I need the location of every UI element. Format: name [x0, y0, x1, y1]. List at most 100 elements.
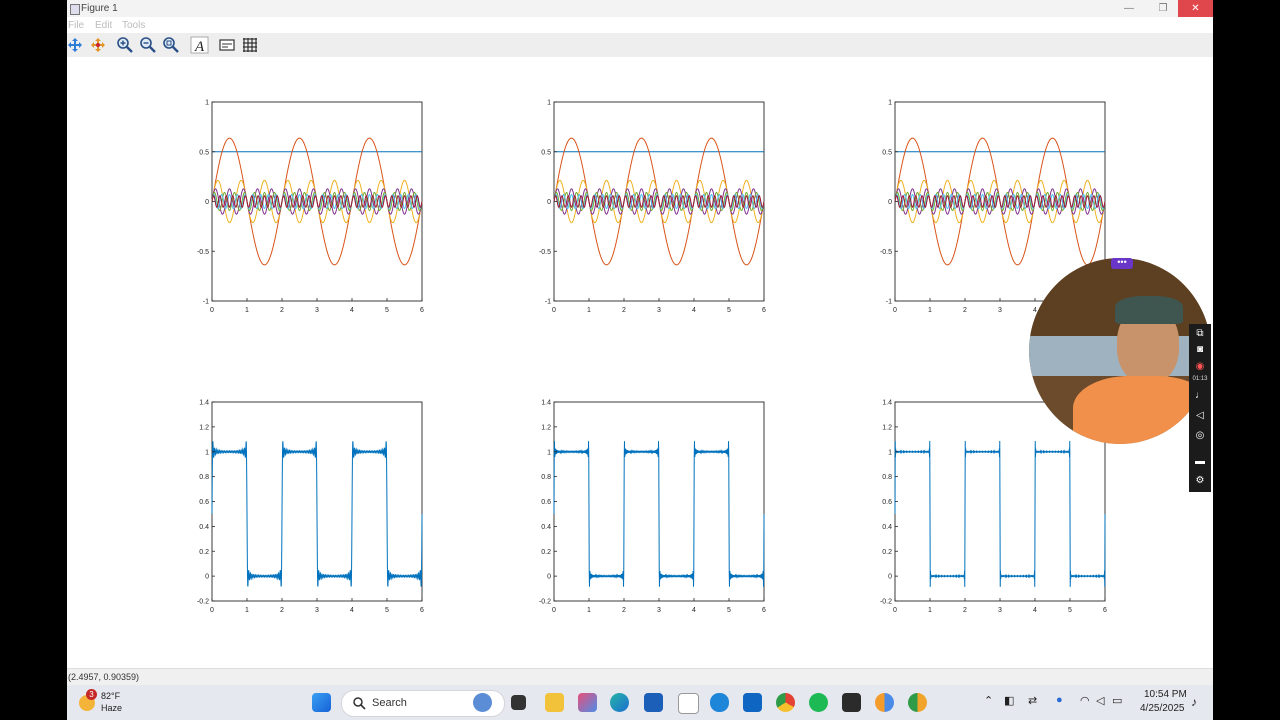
microphone-toggle-icon[interactable]: ♩ — [1193, 390, 1207, 402]
menu-edit[interactable]: Edit — [95, 20, 112, 31]
x-tick-label: 1 — [928, 607, 932, 614]
y-tick-label: 0.6 — [199, 499, 209, 506]
microphone-icon[interactable]: ● — [1056, 694, 1063, 706]
wifi-icon[interactable]: ◠ — [1080, 694, 1090, 707]
x-tick-label: 1 — [928, 307, 932, 314]
webcam-more-button[interactable]: ••• — [1111, 258, 1133, 269]
settings-gear-icon[interactable]: ⚙ — [1193, 475, 1207, 487]
file-explorer-icon[interactable] — [545, 693, 564, 712]
zoom-out-icon[interactable] — [138, 36, 158, 54]
chrome-canary-icon[interactable] — [908, 693, 927, 712]
clock-date[interactable]: 4/25/2025 — [1140, 703, 1185, 714]
speaker-icon[interactable]: ◁ — [1193, 410, 1207, 422]
svg-text:A: A — [194, 39, 205, 54]
outlook-icon[interactable] — [743, 693, 762, 712]
spotify-icon[interactable] — [809, 693, 828, 712]
photos-icon[interactable] — [578, 693, 597, 712]
y-tick-label: 0 — [547, 199, 551, 206]
subplot-top-2[interactable]: 0 1 2 3 4 5 6 1 0.5 0 -0.5 -1 — [539, 100, 766, 315]
x-tick-label: 1 — [587, 307, 591, 314]
x-tick-label: 2 — [622, 307, 626, 314]
webcam-icon[interactable]: ◎ — [1193, 430, 1207, 442]
autoscale-icon[interactable] — [161, 36, 181, 54]
y-tick-label: 0.5 — [199, 149, 209, 156]
y-tick-label: 0.8 — [541, 474, 551, 481]
y-tick-label: 1 — [888, 449, 892, 456]
grid-icon[interactable] — [240, 36, 260, 54]
y-tick-label: 1.4 — [199, 400, 209, 407]
screen-icon[interactable]: ▬ — [1193, 456, 1207, 468]
edge-icon[interactable] — [610, 693, 629, 712]
y-tick-label: -0.5 — [197, 249, 209, 256]
onedrive-icon[interactable] — [710, 693, 729, 712]
zoom-in-icon[interactable] — [115, 36, 135, 54]
y-tick-label: 1.4 — [541, 400, 551, 407]
weather-condition: Haze — [101, 703, 123, 713]
start-icon[interactable] — [312, 693, 331, 712]
clock-time[interactable]: 10:54 PM — [1144, 689, 1187, 700]
legend-icon[interactable] — [217, 36, 237, 54]
tray-sync-icon[interactable]: ⇄ — [1028, 694, 1037, 707]
chevron-up-icon[interactable]: ⌃ — [984, 694, 993, 707]
y-tick-label: 0 — [205, 199, 209, 206]
system-tray: ⌃ ◧ ⇄ ● ◠ ◁ ▭ — [982, 694, 1132, 710]
subplot-bottom-1[interactable]: 0 1 2 3 4 5 61.41.210.80.60.40.20-0.2 — [197, 400, 424, 615]
y-tick-label: 0.8 — [882, 474, 892, 481]
x-tick-label: 3 — [657, 607, 661, 614]
taskbar: 3 82°F Haze Search ⌃ ◧ ⇄ ● ◠ ◁ ▭ 10:54 P… — [67, 685, 1213, 720]
y-tick-label: 0.2 — [882, 549, 892, 556]
layout-icon[interactable]: ⧉ — [1193, 328, 1207, 340]
x-tick-label: 2 — [622, 607, 626, 614]
x-tick-label: 5 — [385, 307, 389, 314]
text-icon[interactable]: A — [190, 36, 210, 54]
record-icon[interactable]: ◉ — [1193, 361, 1207, 373]
tray-app-icon[interactable]: ◧ — [1004, 694, 1014, 707]
x-tick-label: 0 — [552, 307, 556, 314]
y-tick-label: 1 — [547, 100, 551, 107]
x-tick-label: 2 — [963, 307, 967, 314]
menu-file[interactable]: File — [68, 20, 84, 31]
x-tick-label: 6 — [762, 307, 766, 314]
task-view-icon[interactable] — [511, 695, 526, 710]
camera-icon[interactable]: ◙ — [1193, 344, 1207, 356]
x-tick-label: 6 — [420, 307, 424, 314]
rotate-icon[interactable] — [88, 36, 108, 54]
terminal-icon[interactable] — [842, 693, 861, 712]
y-tick-label: -1 — [203, 299, 209, 306]
store-icon[interactable] — [644, 693, 663, 712]
y-tick-label: 0.6 — [882, 499, 892, 506]
matlab-icon[interactable] — [678, 693, 699, 714]
y-tick-label: 1.2 — [541, 424, 551, 431]
subplot-bottom-2[interactable]: 0 1 2 3 4 5 61.41.210.80.60.40.20-0.2 — [539, 400, 766, 615]
chrome-icon[interactable] — [776, 693, 795, 712]
volume-icon[interactable]: ◁ — [1096, 694, 1104, 707]
x-tick-label: 4 — [350, 607, 354, 614]
weather-widget[interactable]: 3 82°F Haze — [77, 689, 147, 717]
y-tick-label: 1 — [205, 100, 209, 107]
x-tick-label: 5 — [727, 307, 731, 314]
pan-icon[interactable] — [65, 36, 85, 54]
subplot-top-1[interactable]: 0 1 2 3 4 5 6 1 0.5 0 -0.5 -1 — [197, 100, 424, 315]
x-tick-label: 5 — [1068, 607, 1072, 614]
y-tick-label: 1 — [888, 100, 892, 107]
x-tick-label: 4 — [692, 607, 696, 614]
app-icon[interactable] — [875, 693, 894, 712]
y-tick-label: 0.4 — [882, 524, 892, 531]
y-tick-label: 1.2 — [882, 424, 892, 431]
x-tick-label: 1 — [587, 607, 591, 614]
menu-tools[interactable]: Tools — [122, 20, 145, 31]
maximize-button[interactable]: ❐ — [1146, 0, 1180, 17]
x-tick-label: 0 — [893, 307, 897, 314]
y-tick-label: -0.5 — [880, 249, 892, 256]
minimize-button[interactable]: — — [1112, 0, 1146, 17]
cursor-coordinates: (2.4957, 0.90359) — [68, 672, 140, 682]
x-tick-label: 0 — [893, 607, 897, 614]
notification-bell-icon[interactable]: ♪ — [1191, 695, 1197, 709]
y-tick-label: 1.2 — [199, 424, 209, 431]
y-tick-label: 0.5 — [541, 149, 551, 156]
copilot-icon[interactable] — [473, 693, 492, 712]
x-tick-label: 5 — [385, 607, 389, 614]
close-button[interactable]: ✕ — [1178, 0, 1213, 17]
battery-icon[interactable]: ▭ — [1112, 694, 1122, 707]
y-tick-label: 0 — [205, 574, 209, 581]
